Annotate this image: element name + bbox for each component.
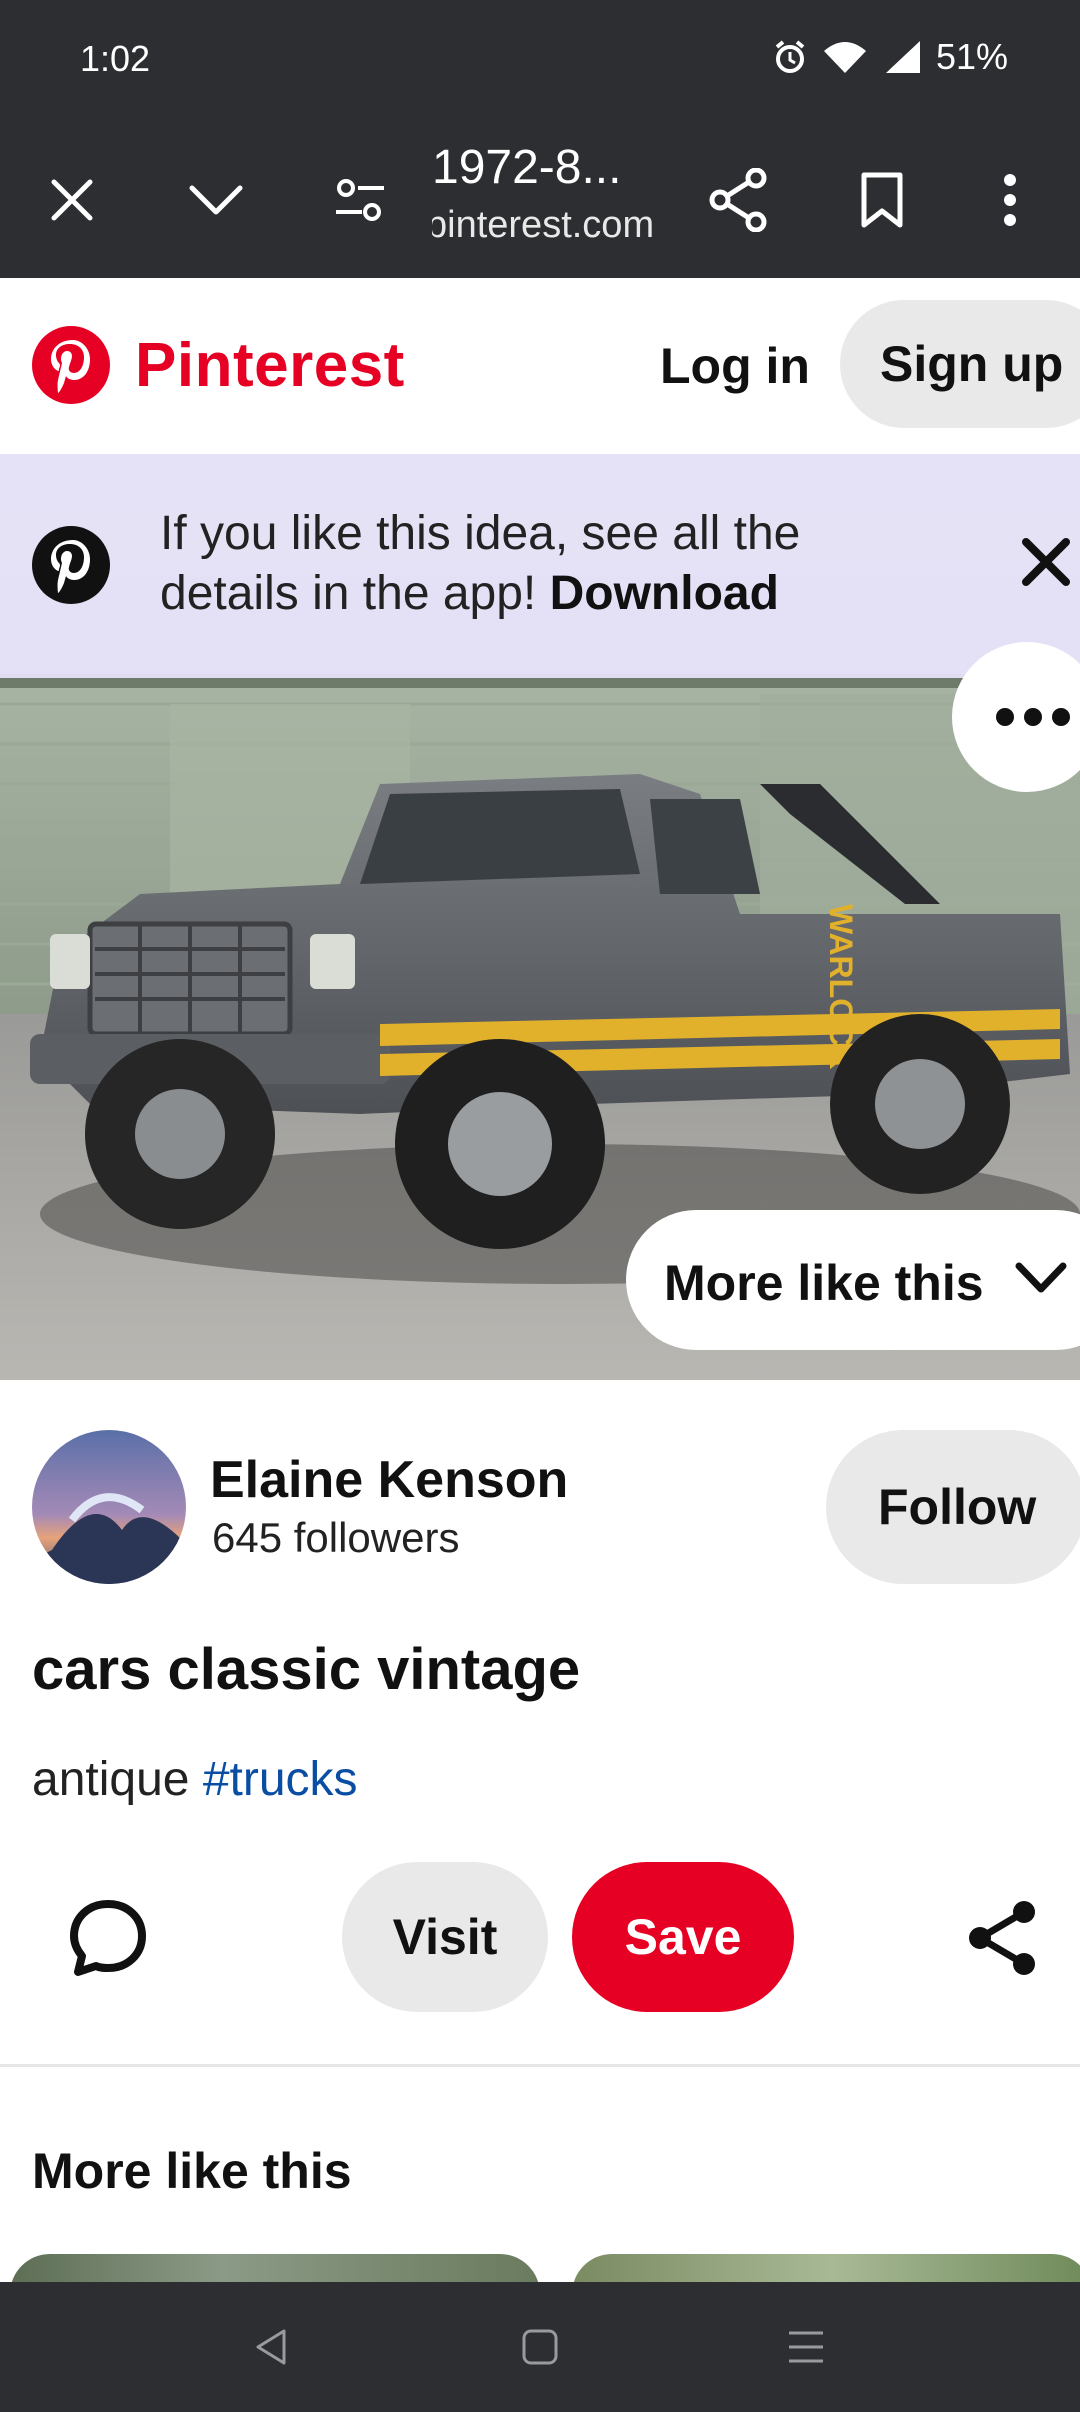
wifi-icon [822,39,868,75]
divider [0,2064,1080,2067]
app-banner: If you like this idea, see all the detai… [0,454,1080,678]
close-tab-icon[interactable] [36,164,108,236]
page-domain: pinterest.com [432,204,655,246]
more-like-this-label: More like this [664,1255,984,1311]
save-button[interactable]: Save [572,1862,794,2012]
back-icon[interactable] [232,2312,312,2382]
bookmark-icon[interactable] [846,164,918,236]
chevron-down-icon[interactable] [180,164,252,236]
alarm-icon [772,39,808,75]
avatar[interactable] [32,1430,186,1584]
banner-message: If you like this idea, see all the detai… [160,504,880,624]
hashtag-link[interactable]: #trucks [203,1753,358,1806]
signal-icon [882,39,922,75]
dot-icon [1052,708,1070,726]
more-like-this-button[interactable]: More like this [626,1210,1080,1350]
description-text: antique [32,1753,190,1806]
pin-description: antique #trucks [32,1752,358,1807]
system-nav-bar [0,2282,1080,2412]
share-icon[interactable] [702,164,774,236]
more-like-this-heading: More like this [32,2143,352,2199]
visit-button[interactable]: Visit [342,1862,548,2012]
pinterest-logo-icon[interactable] [32,326,110,404]
page-title: 1972-8... [432,141,622,194]
author-followers: 645 followers [212,1514,460,1561]
close-icon[interactable] [1020,536,1080,596]
chevron-down-icon [1014,1260,1068,1301]
pinterest-header: Pinterest Log in Sign up [0,278,1080,454]
site-settings-icon[interactable] [324,164,396,236]
status-bar: 1:02 51% [0,0,1080,124]
dot-icon [1024,708,1042,726]
more-vert-icon[interactable] [974,164,1046,236]
battery-percent: 51% [935,36,1008,77]
status-icons: 51% [772,36,1008,78]
download-link[interactable]: Download [550,567,779,620]
pinterest-app-icon [32,526,110,604]
share-icon[interactable] [966,1900,1038,1976]
author-name[interactable]: Elaine Kenson [210,1450,568,1510]
follow-button[interactable]: Follow [826,1430,1080,1584]
login-button[interactable]: Log in [640,328,830,404]
recents-icon[interactable] [766,2312,846,2382]
signup-button[interactable]: Sign up [840,300,1080,428]
pinterest-wordmark[interactable]: Pinterest [135,330,405,401]
pin-title: cars classic vintage [32,1637,581,1702]
comment-icon[interactable] [66,1896,150,1980]
home-icon[interactable] [500,2312,580,2382]
status-time: 1:02 [80,38,151,79]
dot-icon [996,708,1014,726]
browser-toolbar: 1972-8... pinterest.com [0,124,1080,278]
url-bar[interactable]: 1972-8... pinterest.com [432,136,682,250]
